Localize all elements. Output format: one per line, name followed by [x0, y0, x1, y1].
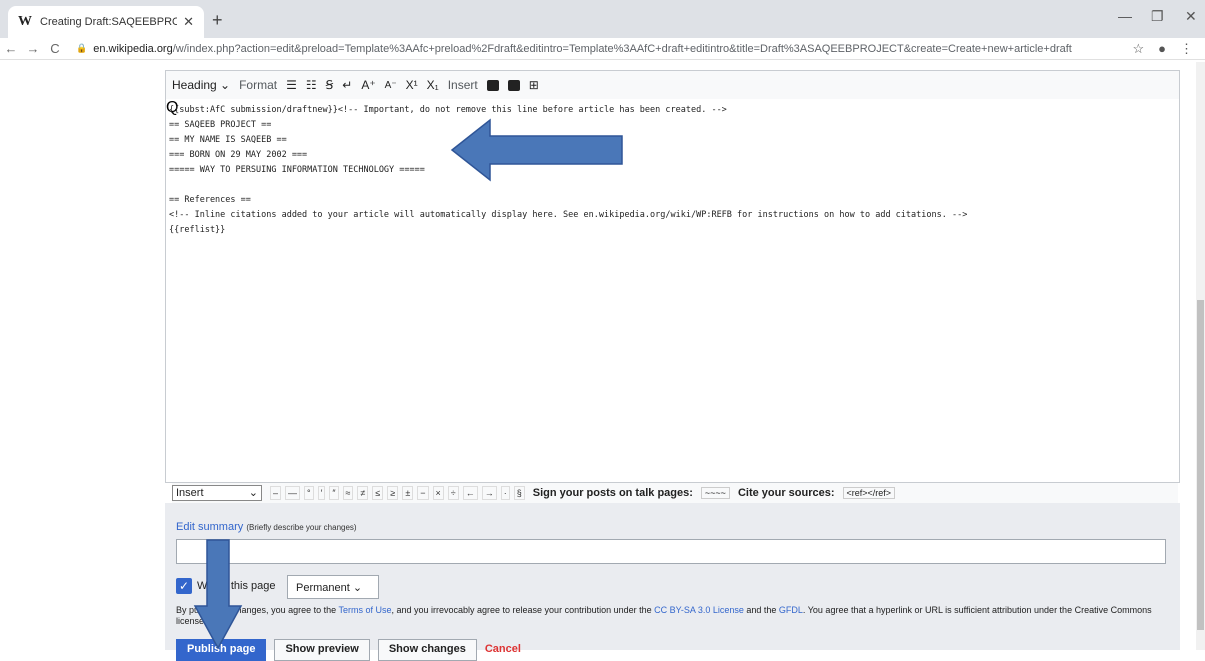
special-char-button[interactable]: ≤: [372, 486, 384, 500]
editor-toolbar: Heading ⌄ Format ☰ ☷ Ꞩ ↵ A⁺ A⁻ X¹ X₁ Ins…: [166, 71, 1179, 99]
menu-icon[interactable]: ⋮: [1180, 41, 1193, 57]
special-char-button[interactable]: ′: [317, 486, 326, 500]
text-line: ===== WAY TO PERSUING INFORMATION TECHNO…: [169, 165, 425, 175]
special-char-button[interactable]: §: [513, 486, 525, 500]
subscript-icon[interactable]: X₁: [427, 78, 439, 92]
reload-icon[interactable]: C: [44, 41, 66, 56]
special-char-button[interactable]: →: [481, 486, 497, 500]
show-changes-button[interactable]: Show changes: [377, 639, 477, 661]
special-char-button[interactable]: –: [270, 486, 282, 500]
cc-license-link[interactable]: CC BY-SA 3.0 License: [654, 605, 744, 615]
url-path: /w/index.php?action=edit&preload=Templat…: [172, 42, 1072, 55]
bookmark-star-icon[interactable]: ☆: [1132, 41, 1144, 57]
license-text-2: , and you irrevocably agree to release y…: [391, 605, 655, 615]
terms-link[interactable]: Terms of Use: [338, 605, 391, 615]
big-text-icon[interactable]: A⁺: [361, 78, 375, 92]
bulleted-list-icon[interactable]: ☰: [286, 78, 297, 92]
watch-period-select[interactable]: Permanent ⌄: [287, 575, 379, 599]
sign-code-button[interactable]: ~~~~: [700, 487, 730, 499]
reference-icon[interactable]: [507, 79, 520, 91]
watch-checkbox[interactable]: ✓: [176, 578, 192, 594]
back-icon[interactable]: ←: [0, 41, 22, 56]
superscript-label: X: [405, 78, 414, 92]
superscript-icon[interactable]: X¹: [406, 78, 418, 92]
edit-options-panel: Edit summary (Briefly describe your chan…: [165, 503, 1180, 661]
insert-select-value: Insert: [176, 487, 204, 499]
down-arrow-annotation: [193, 539, 243, 650]
show-preview-button[interactable]: Show preview: [274, 639, 370, 661]
text-line: == MY NAME IS SAQEEB ==: [169, 135, 287, 145]
subscript-label: X: [426, 78, 435, 92]
restore-icon[interactable]: ❐: [1151, 8, 1164, 25]
special-char-button[interactable]: ÷: [447, 486, 459, 500]
wikitext-editor: Heading ⌄ Format ☰ ☷ Ꞩ ↵ A⁺ A⁻ X¹ X₁ Ins…: [165, 70, 1180, 483]
newline-icon[interactable]: ↵: [342, 78, 352, 92]
special-char-button[interactable]: °: [304, 486, 314, 500]
edit-textarea[interactable]: {{subst:AfC submission/draftnew}}<!-- Im…: [166, 101, 1179, 481]
new-tab-icon[interactable]: +: [212, 10, 223, 31]
gallery-icon[interactable]: [486, 79, 499, 91]
special-char-button[interactable]: ″: [329, 486, 339, 500]
special-char-button[interactable]: —: [285, 486, 301, 500]
watch-period-value: Permanent: [296, 582, 350, 594]
special-char-button[interactable]: ×: [432, 486, 444, 500]
gfdl-link[interactable]: GFDL: [779, 605, 803, 615]
left-arrow-annotation: [450, 118, 623, 182]
tab-title: Creating Draft:SAQEEBPROJECT: [40, 16, 178, 28]
insert-label: Insert: [447, 78, 478, 92]
browser-tab[interactable]: W Creating Draft:SAQEEBPROJECT ✕: [8, 6, 204, 38]
lock-icon[interactable]: 🔒: [76, 43, 87, 54]
special-char-button[interactable]: ≈: [342, 486, 354, 500]
minimize-icon[interactable]: —: [1118, 8, 1132, 24]
cite-code-button[interactable]: <ref></ref>: [842, 487, 896, 499]
text-line: <!-- Inline citations added to your arti…: [169, 210, 968, 220]
forward-icon[interactable]: →: [22, 41, 44, 56]
text-line: [169, 178, 1176, 193]
insert-select[interactable]: Insert ⌄: [172, 485, 262, 501]
edit-summary-input[interactable]: [176, 539, 1166, 564]
format-label: Format: [239, 78, 278, 92]
page-scrollbar[interactable]: [1196, 62, 1205, 650]
text-line: {{subst:AfC submission/draftnew}}<!-- Im…: [169, 105, 727, 115]
special-char-button[interactable]: ±: [402, 486, 414, 500]
browser-tab-bar: W Creating Draft:SAQEEBPROJECT ✕ + — ❐ ✕: [0, 0, 1205, 38]
sign-label: Sign your posts on talk pages:: [532, 487, 693, 499]
special-char-button[interactable]: ≥: [387, 486, 399, 500]
cancel-link[interactable]: Cancel: [485, 639, 521, 661]
window-close-icon[interactable]: ✕: [1185, 8, 1197, 25]
close-tab-icon[interactable]: ✕: [183, 14, 194, 30]
cite-label: Cite your sources:: [737, 487, 835, 499]
small-text-icon[interactable]: A⁻: [385, 80, 397, 91]
special-char-button[interactable]: ≠: [357, 486, 369, 500]
heading-label: Heading: [172, 78, 217, 92]
license-text-3: and the: [743, 605, 779, 615]
special-char-list: – — ° ′ ″ ≈ ≠ ≤ ≥ ± − × ÷ ← → · §: [270, 486, 525, 500]
summary-label-text: Edit summary: [176, 521, 244, 533]
license-text: By publishing changes, you agree to the …: [176, 605, 1166, 627]
special-char-button[interactable]: ←: [462, 486, 478, 500]
profile-icon[interactable]: ●: [1158, 41, 1166, 57]
address-bar: ← → C 🔒 en.wikipedia.org/w/index.php?act…: [0, 38, 1205, 60]
special-char-button[interactable]: −: [417, 486, 429, 500]
heading-dropdown[interactable]: Heading ⌄: [172, 78, 230, 92]
text-line: == SAQEEB PROJECT ==: [169, 120, 272, 130]
text-line: {{reflist}}: [169, 225, 226, 235]
wikipedia-favicon-icon: W: [18, 14, 32, 29]
special-characters-bar: Insert ⌄ – — ° ′ ″ ≈ ≠ ≤ ≥ ± − × ÷ ← → · § Sign your pos…: [172, 483, 1178, 503]
text-line: === BORN ON 29 MAY 2002 ===: [169, 150, 308, 160]
url-field[interactable]: en.wikipedia.org/w/index.php?action=edit…: [93, 43, 1132, 55]
numbered-list-icon[interactable]: ☷: [306, 78, 317, 92]
url-host: en.wikipedia.org: [93, 42, 173, 55]
special-char-button[interactable]: ·: [500, 486, 510, 500]
nowiki-icon[interactable]: Ꞩ: [326, 78, 334, 92]
summary-hint: (Briefly describe your changes): [246, 523, 357, 532]
edit-summary-label: Edit summary (Briefly describe your chan…: [176, 521, 357, 533]
text-line: == References ==: [169, 195, 251, 205]
scrollbar-thumb[interactable]: [1197, 300, 1204, 630]
table-icon[interactable]: ⊞: [529, 78, 539, 92]
